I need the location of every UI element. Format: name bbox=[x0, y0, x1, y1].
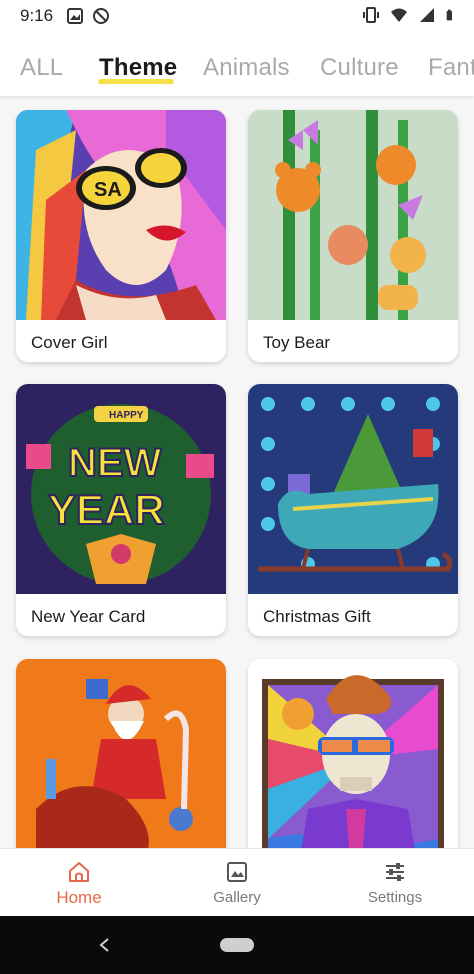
vibrate-icon bbox=[363, 7, 379, 23]
gallery-icon bbox=[227, 862, 247, 882]
home-gesture-pill[interactable] bbox=[220, 938, 254, 952]
settings-icon bbox=[386, 863, 404, 881]
artwork-card-santa[interactable] bbox=[16, 659, 226, 848]
artwork-card-toy-bear[interactable]: Toy Bear bbox=[248, 110, 458, 362]
nav-settings[interactable]: Settings bbox=[316, 849, 474, 917]
svg-text:HAPPY: HAPPY bbox=[109, 410, 144, 421]
wifi-icon bbox=[391, 8, 407, 22]
status-icons-left bbox=[66, 7, 110, 25]
artwork-card-cover-girl[interactable]: SA Cover Girl bbox=[16, 110, 226, 362]
card-title: Christmas Gift bbox=[263, 607, 371, 626]
signal-icon bbox=[420, 8, 434, 22]
status-bar: 9:16 bbox=[0, 0, 474, 32]
nav-gallery-label: Gallery bbox=[213, 889, 261, 906]
new-year-art: HAPPY NEW YEAR bbox=[16, 384, 226, 594]
cover-girl-art: SA bbox=[16, 110, 226, 320]
back-icon[interactable] bbox=[96, 936, 112, 954]
artwork-card-new-year[interactable]: HAPPY NEW YEAR New Year Card bbox=[16, 384, 226, 636]
svg-text:SA: SA bbox=[94, 179, 122, 201]
nav-home[interactable]: Home bbox=[0, 849, 158, 917]
bottom-navigation: Home Gallery Settings bbox=[0, 848, 474, 917]
artwork-card-skull[interactable] bbox=[248, 659, 458, 848]
photo-icon bbox=[67, 8, 83, 24]
christmas-sleigh-art bbox=[248, 384, 458, 594]
home-icon bbox=[69, 862, 89, 882]
card-title: Cover Girl bbox=[31, 333, 108, 352]
skull-art bbox=[248, 659, 458, 848]
toy-bear-art bbox=[248, 110, 458, 320]
nav-gallery[interactable]: Gallery bbox=[158, 849, 316, 917]
tab-all[interactable]: ALL bbox=[20, 54, 63, 82]
tab-theme[interactable]: Theme bbox=[99, 54, 177, 82]
nav-home-label: Home bbox=[56, 888, 102, 907]
battery-icon bbox=[446, 9, 452, 21]
dnd-icon bbox=[93, 8, 109, 24]
card-title: Toy Bear bbox=[263, 333, 331, 352]
status-time: 9:16 bbox=[20, 6, 54, 25]
active-tab-indicator bbox=[98, 79, 174, 84]
tab-culture[interactable]: Culture bbox=[320, 54, 399, 82]
tab-animals[interactable]: Animals bbox=[203, 54, 290, 82]
artwork-grid[interactable]: SA Cover Girl Toy Bear HAPPY NEW YEAR Ne… bbox=[0, 96, 474, 848]
santa-art bbox=[16, 659, 226, 848]
svg-text:NEW: NEW bbox=[68, 441, 162, 485]
nav-settings-label: Settings bbox=[367, 889, 423, 906]
status-icons-right bbox=[362, 6, 458, 24]
tab-fantasy[interactable]: Fant bbox=[428, 54, 474, 82]
category-tab-bar: ALL Theme Animals Culture Fant bbox=[0, 32, 474, 96]
card-title: New Year Card bbox=[31, 607, 146, 626]
artwork-card-christmas-gift[interactable]: Christmas Gift bbox=[248, 384, 458, 636]
svg-text:YEAR: YEAR bbox=[48, 486, 165, 533]
